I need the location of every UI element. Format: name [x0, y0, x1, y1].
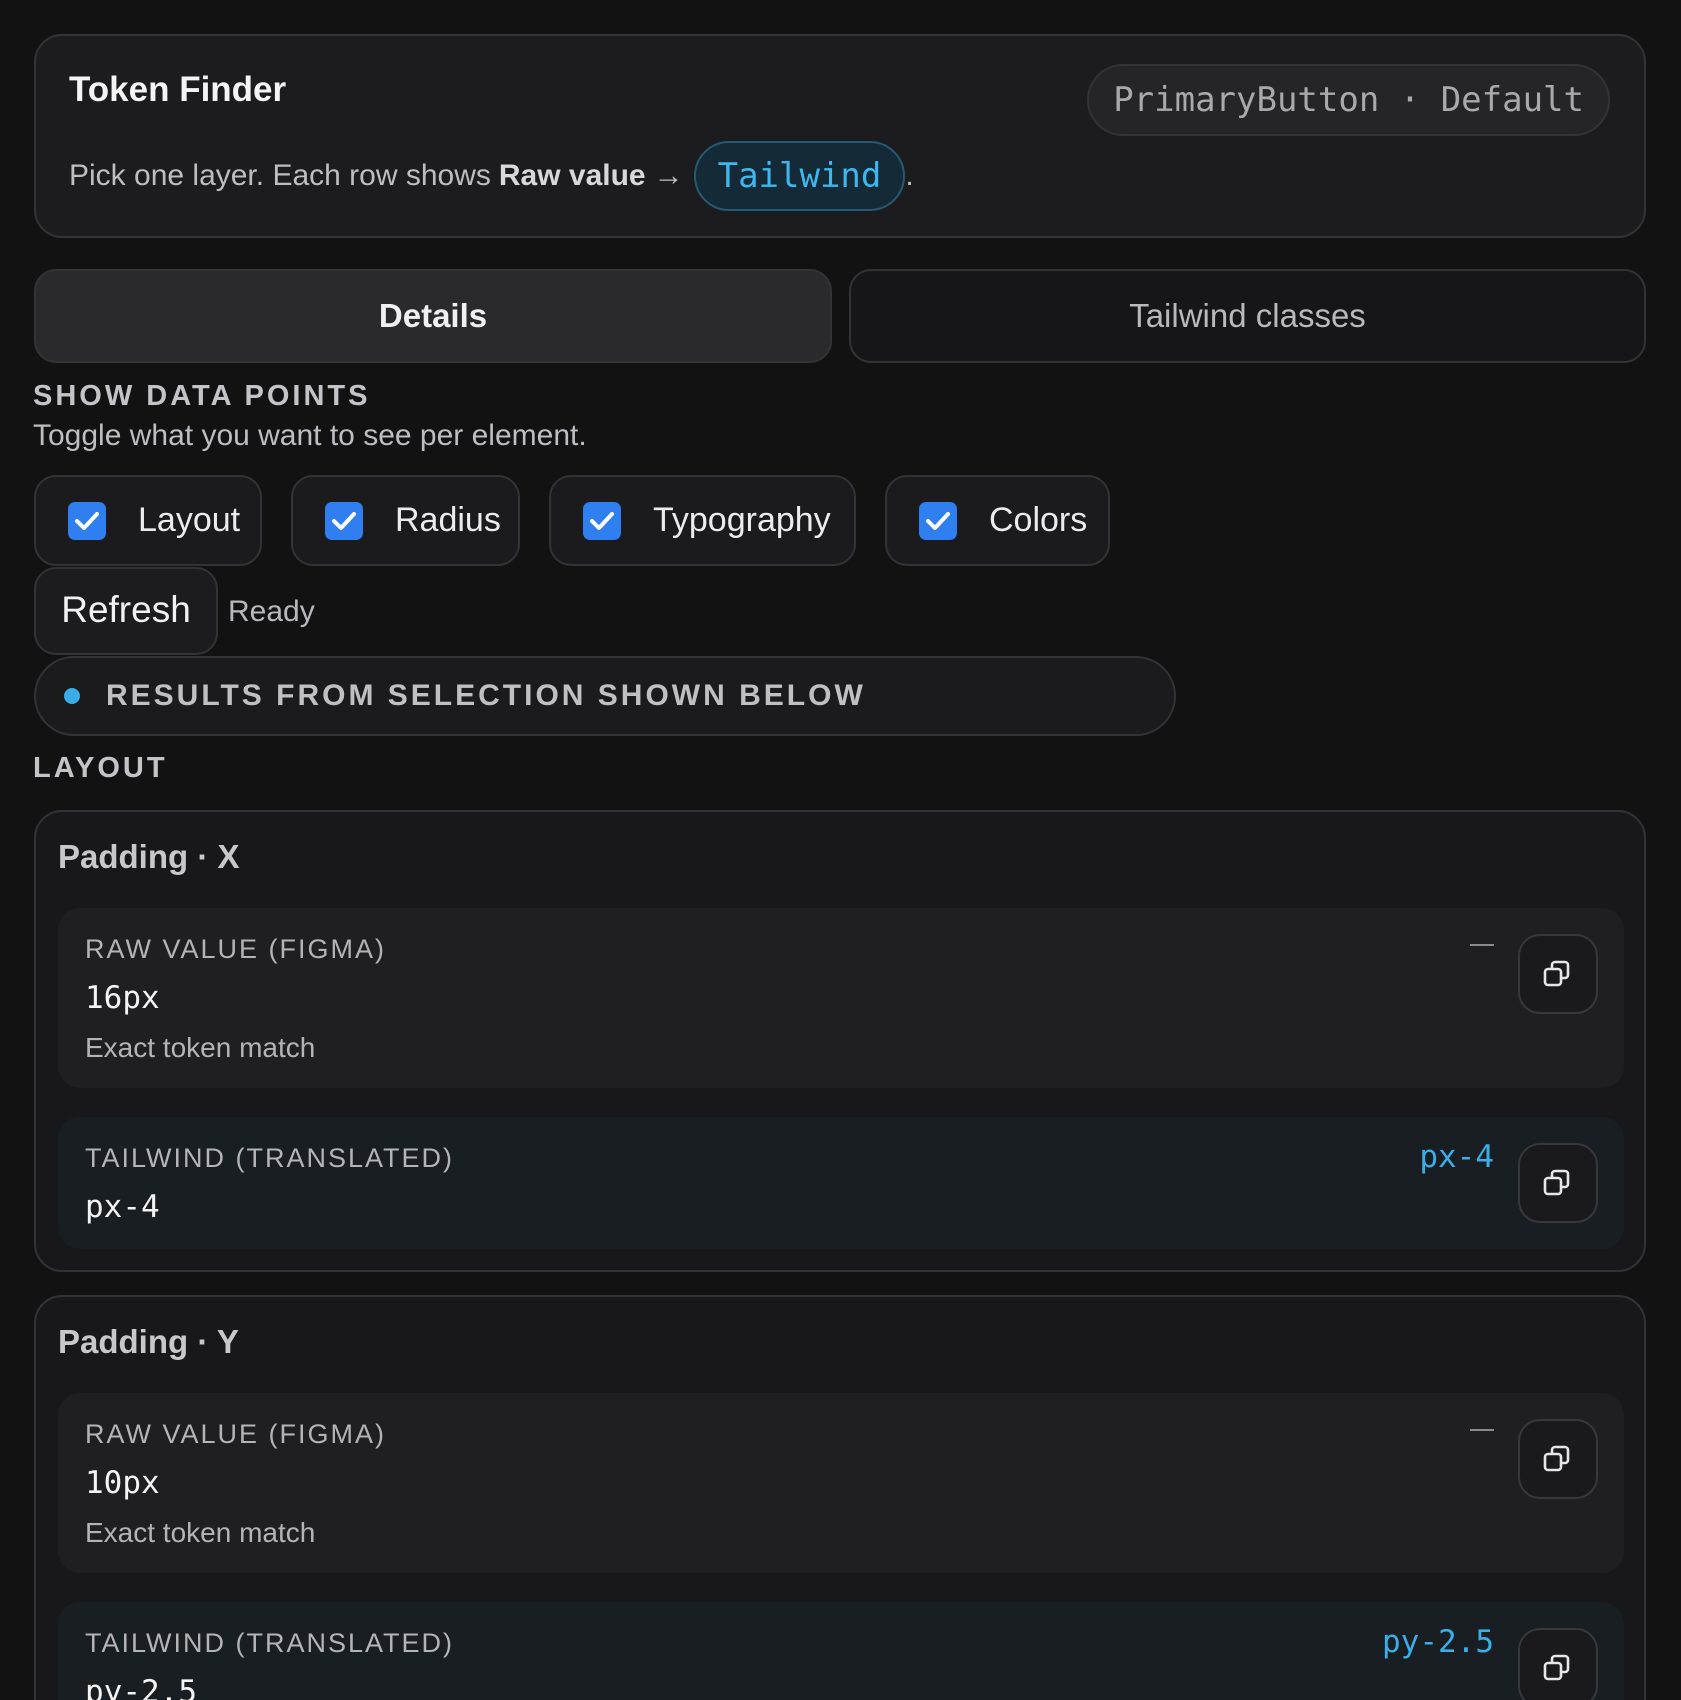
subtitle-arrow: →: [653, 159, 684, 192]
property-card-padding-y: Padding · Y RAW VALUE (FIGMA) 10px Exact…: [34, 1295, 1646, 1700]
no-class-dash: [1470, 944, 1494, 946]
property-title: Padding · Y: [58, 1323, 239, 1360]
tailwind-class-badge: px-4: [1419, 1139, 1494, 1175]
toggle-colors-label: Colors: [989, 501, 1088, 539]
tailwind-pill: Tailwind: [693, 141, 906, 211]
subtitle-prefix: Pick one layer. Each row shows: [69, 159, 491, 192]
tailwind-class-badge: py-2.5: [1382, 1624, 1494, 1660]
results-banner-text: RESULTS FROM SELECTION SHOWN BELOW: [106, 679, 866, 712]
toggle-layout[interactable]: Layout: [34, 475, 262, 566]
toggle-colors[interactable]: Colors: [885, 475, 1110, 566]
tab-tailwind-classes[interactable]: Tailwind classes: [849, 269, 1646, 363]
raw-value: 10px: [85, 1465, 160, 1501]
app-title: Token Finder: [69, 70, 287, 109]
toggle-layout-label: Layout: [138, 501, 241, 539]
copy-icon: [1543, 1654, 1570, 1681]
match-note: Exact token match: [85, 1032, 316, 1063]
tailwind-value: py-2.5: [85, 1674, 197, 1700]
toggle-radius[interactable]: Radius: [291, 475, 520, 566]
raw-value-row: RAW VALUE (FIGMA) 10px Exact token match: [58, 1393, 1624, 1573]
status-dot-icon: [64, 688, 80, 704]
copy-icon: [1543, 1445, 1570, 1472]
raw-value: 16px: [85, 980, 160, 1016]
toggle-typography[interactable]: Typography: [549, 475, 856, 566]
tailwind-row: TAILWIND (TRANSLATED) py-2.5 py-2.5: [58, 1602, 1624, 1700]
toggle-radius-label: Radius: [395, 501, 501, 539]
property-card-padding-x: Padding · X RAW VALUE (FIGMA) 16px Exact…: [34, 810, 1646, 1272]
subtitle-suffix: .: [905, 159, 914, 192]
show-data-points-heading: SHOW DATA POINTS: [33, 380, 371, 412]
header-card: Token Finder PrimaryButton · Default Pic…: [34, 34, 1646, 238]
layout-section-heading: LAYOUT: [33, 752, 168, 784]
tailwind-label: TAILWIND (TRANSLATED): [85, 1143, 455, 1173]
property-title: Padding · X: [58, 838, 240, 875]
copy-icon: [1543, 960, 1570, 987]
token-finder-panel: Token Finder PrimaryButton · Default Pic…: [0, 0, 1681, 1700]
tailwind-value: px-4: [85, 1189, 160, 1225]
toggle-typography-label: Typography: [653, 501, 831, 539]
tab-details[interactable]: Details: [34, 269, 832, 363]
refresh-button[interactable]: Refresh: [34, 567, 218, 655]
checkmark-icon[interactable]: [68, 501, 106, 540]
copy-raw-value-button[interactable]: [1518, 934, 1598, 1014]
tailwind-row: TAILWIND (TRANSLATED) px-4 px-4: [58, 1117, 1624, 1249]
tailwind-label: TAILWIND (TRANSLATED): [85, 1628, 455, 1658]
show-data-points-hint: Toggle what you want to see per element.: [33, 419, 587, 452]
match-note: Exact token match: [85, 1517, 316, 1548]
checkmark-icon[interactable]: [325, 501, 363, 540]
copy-tailwind-button[interactable]: [1518, 1628, 1598, 1700]
checkmark-icon[interactable]: [919, 501, 957, 540]
checkmark-icon[interactable]: [583, 501, 621, 540]
status-text: Ready: [228, 595, 315, 628]
copy-icon: [1543, 1169, 1570, 1196]
raw-value-label: RAW VALUE (FIGMA): [85, 934, 387, 964]
subtitle-bold: Raw value: [498, 159, 646, 192]
subtitle: Pick one layer. Each row shows Raw value…: [69, 140, 914, 212]
copy-tailwind-button[interactable]: [1518, 1143, 1598, 1223]
raw-value-label: RAW VALUE (FIGMA): [85, 1419, 387, 1449]
copy-raw-value-button[interactable]: [1518, 1419, 1598, 1499]
results-banner: RESULTS FROM SELECTION SHOWN BELOW: [34, 656, 1176, 736]
no-class-dash: [1470, 1429, 1494, 1431]
selection-context-pill: PrimaryButton · Default: [1087, 64, 1610, 136]
raw-value-row: RAW VALUE (FIGMA) 16px Exact token match: [58, 908, 1624, 1088]
